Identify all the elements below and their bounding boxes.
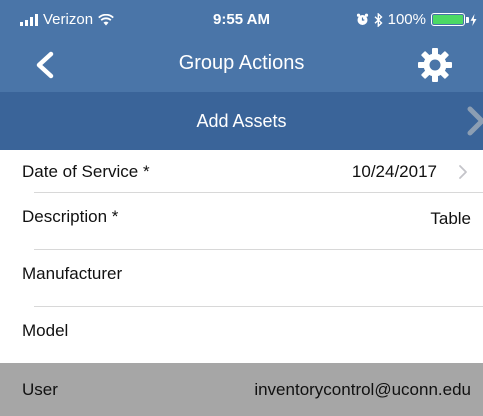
page-title: Group Actions <box>178 52 305 74</box>
user-label: User <box>22 380 58 399</box>
user-row: User inventorycontrol@uconn.edu <box>0 363 483 416</box>
alarm-clock-icon <box>356 13 368 25</box>
subheader-title: Add Assets <box>196 111 287 131</box>
gear-icon[interactable] <box>415 45 455 85</box>
charging-bolt-icon <box>470 13 477 26</box>
chevron-right-icon[interactable] <box>463 105 483 137</box>
battery-percent: 100% <box>387 11 426 28</box>
nav-bar: Group Actions <box>0 38 483 92</box>
date-of-service-label: Date of Service * <box>22 162 150 181</box>
model-label: Model <box>22 321 69 340</box>
battery-icon <box>431 13 469 26</box>
manufacturer-row[interactable]: Manufacturer <box>0 250 483 306</box>
date-of-service-value: 10/24/2017 <box>351 162 437 181</box>
description-label: Description * <box>22 207 119 226</box>
description-value: Table <box>430 209 471 228</box>
disclosure-chevron-icon <box>459 165 467 179</box>
manufacturer-label: Manufacturer <box>22 264 123 283</box>
battery-fill <box>433 15 463 24</box>
subheader-bar: Add Assets <box>0 92 483 150</box>
status-right: 100% <box>356 11 477 28</box>
status-bar: Verizon 9:55 AM 100% <box>0 0 483 38</box>
description-row[interactable]: Description * Table <box>0 193 483 249</box>
user-value: inventorycontrol@uconn.edu <box>254 380 471 399</box>
bluetooth-icon <box>374 12 383 27</box>
model-row[interactable]: Model <box>0 307 483 363</box>
battery-cap <box>466 16 469 23</box>
date-of-service-row[interactable]: Date of Service * 10/24/2017 <box>0 150 483 192</box>
